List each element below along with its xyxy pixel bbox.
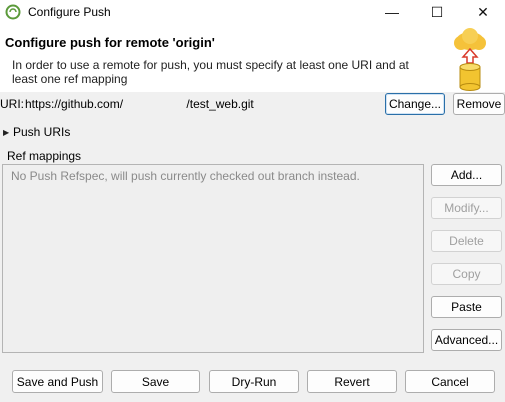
revert-button[interactable]: Revert bbox=[307, 370, 397, 393]
delete-refspec-button[interactable]: Delete bbox=[431, 230, 502, 252]
add-refspec-button[interactable]: Add... bbox=[431, 164, 502, 186]
advanced-refspec-button[interactable]: Advanced... bbox=[431, 329, 502, 351]
minimize-icon: — bbox=[385, 4, 399, 20]
app-icon bbox=[5, 4, 21, 20]
dry-run-button[interactable]: Dry-Run bbox=[209, 370, 299, 393]
dialog-header: Configure push for remote 'origin' In or… bbox=[0, 24, 505, 92]
modify-refspec-button[interactable]: Modify... bbox=[431, 197, 502, 219]
push-uris-label: Push URIs bbox=[13, 125, 71, 139]
cancel-button[interactable]: Cancel bbox=[405, 370, 495, 393]
paste-refspec-button[interactable]: Paste bbox=[431, 296, 502, 318]
cloud-push-database-icon bbox=[454, 28, 486, 91]
maximize-icon: ☐ bbox=[430, 3, 444, 20]
save-button[interactable]: Save bbox=[111, 370, 200, 393]
save-and-push-button[interactable]: Save and Push bbox=[12, 370, 103, 393]
copy-refspec-button[interactable]: Copy bbox=[431, 263, 502, 285]
change-uri-button[interactable]: Change... bbox=[385, 93, 445, 115]
remove-uri-button[interactable]: Remove bbox=[453, 93, 505, 115]
close-icon: ✕ bbox=[477, 3, 489, 20]
maximize-button[interactable]: ☐ bbox=[415, 0, 459, 24]
ref-mappings-list[interactable]: No Push Refspec, will push currently che… bbox=[2, 164, 424, 353]
ref-mappings-empty-text: No Push Refspec, will push currently che… bbox=[11, 169, 360, 183]
minimize-button[interactable]: — bbox=[370, 0, 414, 24]
push-uris-expander[interactable]: ▶ Push URIs bbox=[3, 125, 70, 139]
title-bar: Configure Push — ☐ ✕ bbox=[0, 0, 505, 24]
ref-mappings-label: Ref mappings bbox=[7, 149, 82, 163]
header-description: In order to use a remote for push, you m… bbox=[12, 58, 409, 86]
window-title: Configure Push bbox=[28, 5, 111, 19]
expand-triangle-icon: ▶ bbox=[3, 127, 10, 137]
uri-label: URI: bbox=[0, 97, 24, 111]
header-title: Configure push for remote 'origin' bbox=[5, 35, 215, 50]
uri-value: https://github.com/ /test_web.git bbox=[25, 97, 254, 111]
close-button[interactable]: ✕ bbox=[461, 0, 505, 24]
